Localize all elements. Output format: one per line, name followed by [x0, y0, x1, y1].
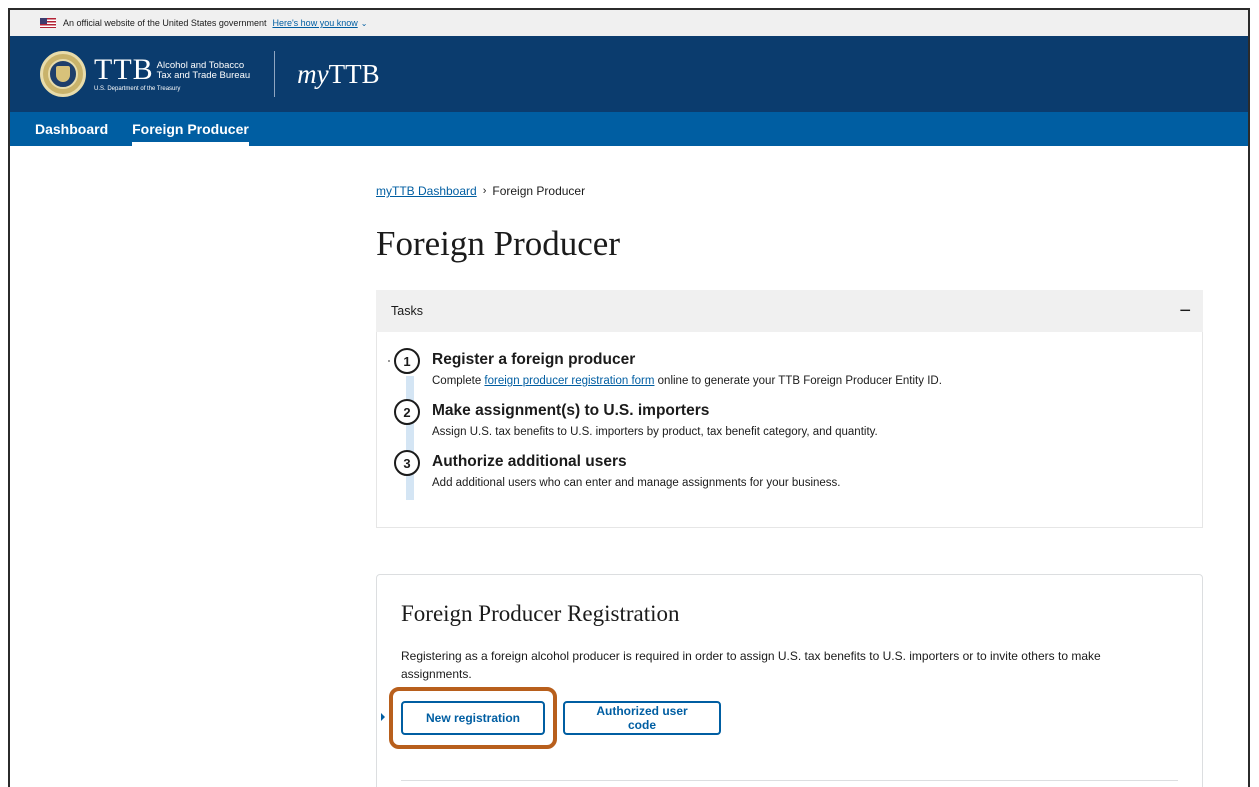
registration-description: Registering as a foreign alcohol produce…: [401, 649, 1101, 681]
caret-right-icon: [381, 713, 385, 721]
main-content: myTTB Dashboard › Foreign Producer Forei…: [376, 146, 1206, 528]
step-number: 2: [394, 399, 420, 425]
card-divider: [401, 780, 1178, 781]
step-description: Add additional users who can enter and m…: [432, 477, 841, 489]
nav-item-dashboard[interactable]: Dashboard: [35, 112, 108, 146]
breadcrumb-current: Foreign Producer: [492, 184, 586, 198]
department-name: U.S. Department of the Treasury: [94, 86, 181, 92]
agency-name-line2: Tax and Trade Bureau: [156, 70, 251, 81]
breadcrumb: myTTB Dashboard › Foreign Producer: [376, 184, 1206, 198]
tasks-accordion-body: 1 Register a foreign producer Complete f…: [376, 332, 1203, 528]
browser-frame: An official website of the United States…: [8, 8, 1250, 787]
step-title: Make assignment(s) to U.S. importers: [432, 402, 710, 419]
step-description: Assign U.S. tax benefits to U.S. importe…: [432, 426, 878, 438]
step-title: Authorize additional users: [432, 453, 627, 470]
app-name[interactable]: myTTB: [297, 59, 379, 90]
step-marker: [388, 360, 390, 362]
tasks-accordion-header[interactable]: Tasks −: [376, 290, 1203, 332]
step-number: 3: [394, 450, 420, 476]
agency-logo[interactable]: TTB Alcohol and Tobacco Tax and Trade Bu…: [94, 53, 251, 93]
new-registration-button[interactable]: New registration: [401, 701, 545, 735]
registration-card: Foreign Producer Registration Registerin…: [376, 574, 1203, 787]
task-step: 2 Make assignment(s) to U.S. importers A…: [394, 399, 1202, 438]
step-description: Complete foreign producer registration f…: [432, 375, 942, 387]
header-divider: [274, 51, 276, 97]
task-step: 3 Authorize additional users Add additio…: [394, 450, 1202, 489]
step-number: 1: [394, 348, 420, 374]
site-header: TTB Alcohol and Tobacco Tax and Trade Bu…: [10, 36, 1248, 112]
registration-title: Foreign Producer Registration: [401, 601, 680, 626]
registration-form-link[interactable]: foreign producer registration form: [484, 375, 654, 387]
heres-how-you-know-link[interactable]: Here's how you know: [272, 18, 357, 28]
gov-banner-text: An official website of the United States…: [63, 18, 267, 28]
breadcrumb-link-dashboard[interactable]: myTTB Dashboard: [376, 184, 477, 198]
primary-nav: Dashboard Foreign Producer: [10, 112, 1248, 146]
task-step: 1 Register a foreign producer Complete f…: [388, 348, 1202, 387]
gov-banner: An official website of the United States…: [10, 10, 1248, 36]
authorized-user-code-button[interactable]: Authorized user code: [563, 701, 721, 735]
page-title: Foreign Producer: [376, 224, 620, 263]
nav-item-foreign-producer[interactable]: Foreign Producer: [132, 112, 249, 146]
registration-actions: New registration Authorized user code: [381, 687, 1178, 749]
tasks-accordion: Tasks − 1 Register a foreign producer Co…: [376, 290, 1203, 528]
agency-letters: TTB: [94, 53, 154, 86]
collapse-icon[interactable]: −: [1179, 301, 1191, 321]
us-flag-icon: [40, 18, 56, 28]
step-title: Register a foreign producer: [432, 351, 636, 368]
treasury-seal-logo[interactable]: [40, 51, 86, 97]
chevron-down-icon[interactable]: ⌄: [361, 19, 368, 28]
tasks-heading: Tasks: [391, 304, 423, 318]
chevron-right-icon: ›: [482, 185, 487, 197]
